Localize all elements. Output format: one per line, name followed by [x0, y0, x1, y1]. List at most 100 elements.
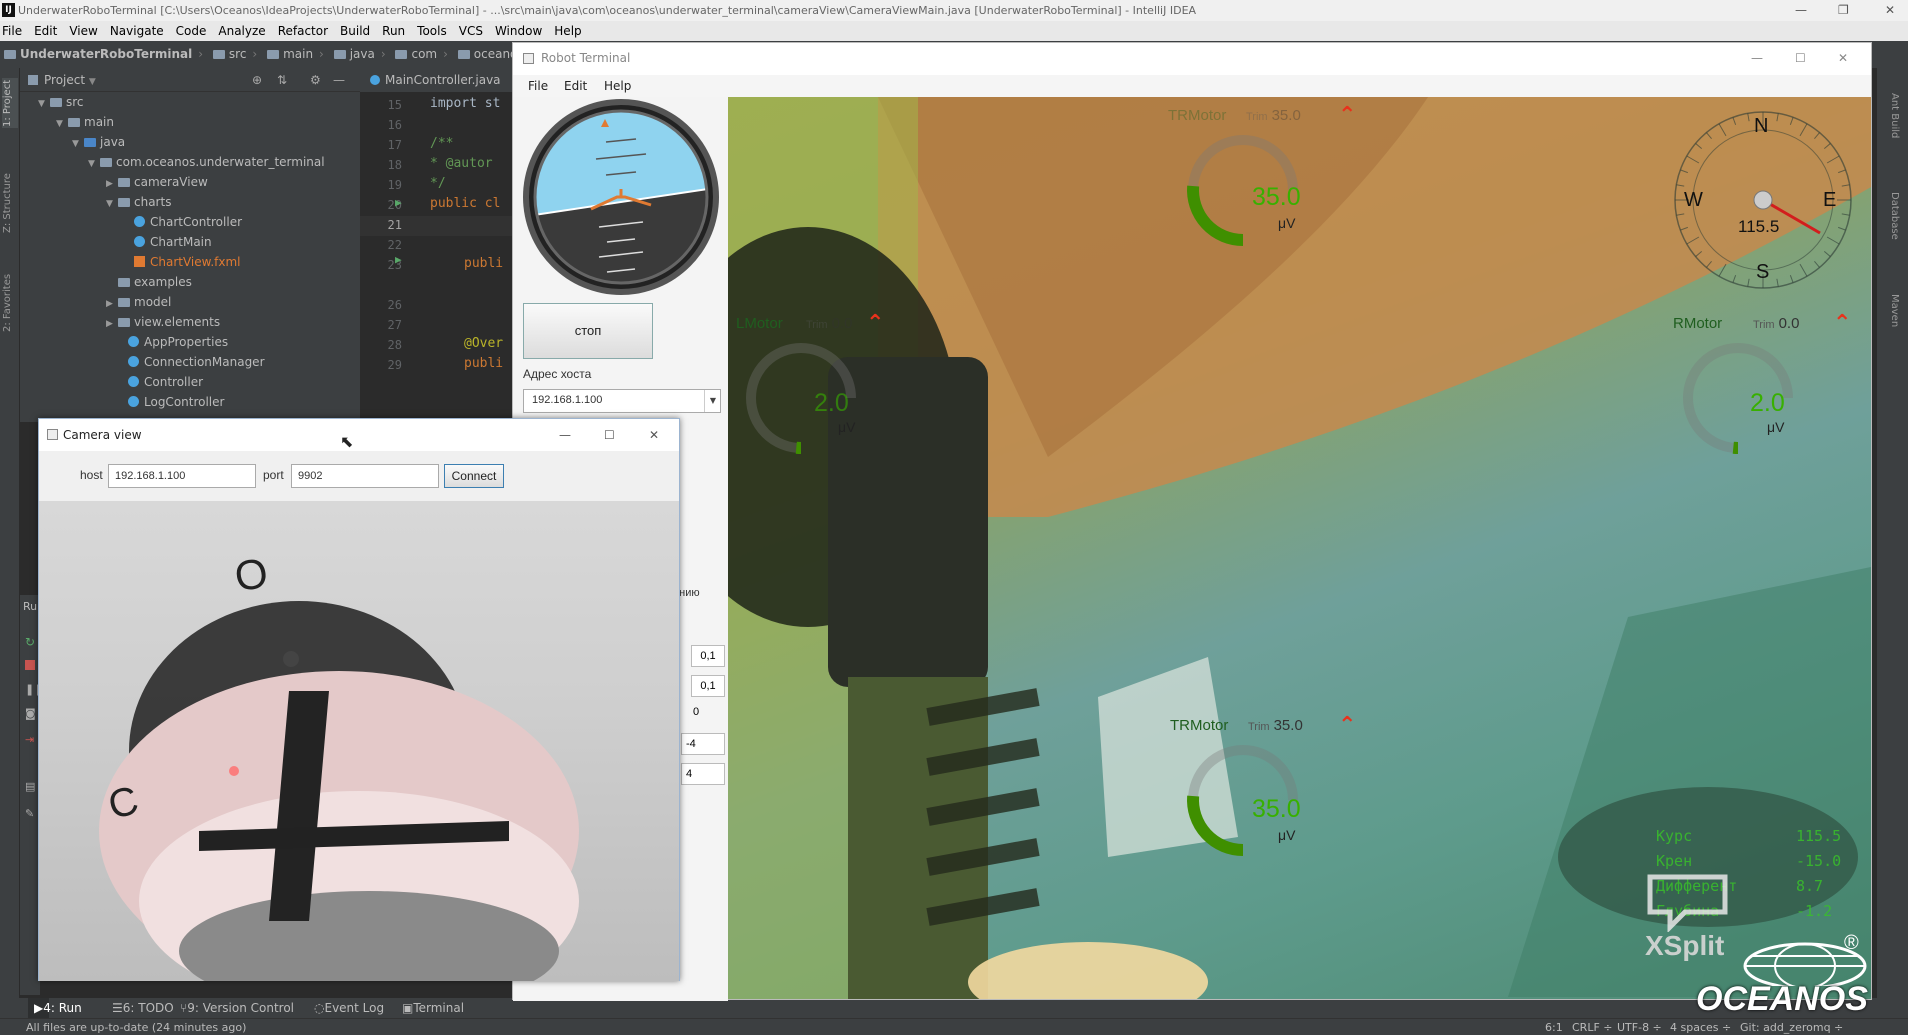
code-line: /**: [430, 136, 454, 151]
run-gutter-icon[interactable]: ▶: [395, 196, 402, 209]
hide-panel-icon[interactable]: —: [333, 68, 345, 92]
param-field[interactable]: -4: [681, 733, 725, 755]
tab-terminal[interactable]: ▣ Terminal: [402, 998, 464, 1018]
minimize-icon[interactable]: —: [559, 419, 571, 451]
param-field[interactable]: 0,1: [691, 645, 725, 667]
restore-icon[interactable]: ❐: [1838, 0, 1849, 21]
project-view-selector[interactable]: Project: [44, 73, 85, 87]
menu-edit[interactable]: Edit: [34, 24, 57, 38]
status-line-separator[interactable]: CRLF ÷: [1572, 1019, 1613, 1035]
param-field[interactable]: 4: [681, 763, 725, 785]
tree-item-chartview-fxml[interactable]: ChartView.fxml: [134, 252, 241, 272]
menu-analyze[interactable]: Analyze: [218, 24, 265, 38]
menu-code[interactable]: Code: [176, 24, 207, 38]
tool-project[interactable]: 1: Project: [2, 78, 18, 128]
tree-item-chartcontroller[interactable]: ChartController: [134, 212, 242, 232]
pin-icon[interactable]: ✎: [25, 807, 34, 820]
tree-item-logcontroller[interactable]: LogController: [128, 392, 224, 412]
robot-camera-feed: N S E W 115.5 TRMotor Trim 35.0 ⌃ 35.0 μV…: [728, 97, 1871, 999]
param-field[interactable]: 0,1: [691, 675, 725, 697]
chevron-up-icon[interactable]: ⌃: [1833, 311, 1851, 336]
menu-navigate[interactable]: Navigate: [110, 24, 164, 38]
breadcrumb-com[interactable]: com: [395, 41, 437, 68]
port-input[interactable]: [291, 464, 439, 488]
project-icon: [28, 75, 38, 85]
menu-file[interactable]: File: [2, 24, 22, 38]
breadcrumb-java[interactable]: java: [333, 41, 375, 68]
tree-item-appproperties[interactable]: AppProperties: [128, 332, 228, 352]
collapse-icon[interactable]: ⇅: [277, 68, 287, 92]
breadcrumb-main[interactable]: main: [267, 41, 313, 68]
compass-tick: [1680, 169, 1688, 174]
tab-version-control[interactable]: ⑂ 9: Version Control: [180, 998, 294, 1018]
tree-item-connectionmanager[interactable]: ConnectionManager: [128, 352, 265, 372]
close-icon[interactable]: ✕: [1885, 0, 1895, 21]
tree-item-package[interactable]: ▼ com.oceanos.underwater_terminal: [88, 152, 325, 172]
tool-database[interactable]: Database: [1886, 181, 1900, 251]
tree-item-charts[interactable]: ▼ charts: [106, 192, 171, 212]
menu-edit[interactable]: Edit: [564, 75, 587, 97]
minimize-icon[interactable]: —: [1751, 43, 1763, 73]
breadcrumb-project[interactable]: UnderwaterRoboTerminal: [4, 41, 192, 68]
tree-item-java[interactable]: ▼ java: [72, 132, 125, 152]
tree-item-main[interactable]: ▼ main: [56, 112, 114, 132]
editor-tab[interactable]: MainController.java: [360, 68, 520, 92]
crosshair-icon[interactable]: ⊕: [252, 68, 262, 92]
menu-help[interactable]: Help: [604, 75, 631, 97]
tab-todo[interactable]: ☰ 6: TODO: [112, 998, 174, 1018]
stop-button[interactable]: стоп: [523, 303, 653, 359]
menu-build[interactable]: Build: [340, 24, 370, 38]
tree-item-examples[interactable]: examples: [106, 272, 192, 292]
minimize-icon[interactable]: —: [1795, 0, 1807, 21]
chevron-up-icon[interactable]: ⌃: [1338, 103, 1356, 128]
gear-icon[interactable]: ⚙: [310, 68, 321, 92]
status-caret-position[interactable]: 6:1: [1545, 1019, 1563, 1035]
chevron-up-icon[interactable]: ⌃: [1338, 713, 1356, 738]
breadcrumb-src[interactable]: src: [212, 41, 246, 68]
class-icon: [370, 75, 380, 85]
tree-item-src[interactable]: ▼ src: [38, 92, 84, 112]
chevron-up-icon[interactable]: ⌃: [866, 311, 884, 336]
menu-vcs[interactable]: VCS: [459, 24, 483, 38]
exit-icon[interactable]: ⇥: [25, 733, 34, 746]
bottom-tool-bar: ▶ 4: Run ☰ 6: TODO ⑂ 9: Version Control …: [0, 998, 1908, 1018]
menu-help[interactable]: Help: [554, 24, 581, 38]
close-icon[interactable]: ✕: [649, 419, 659, 451]
compass-tick: [1814, 260, 1820, 268]
tool-maven[interactable]: Maven: [1886, 281, 1900, 341]
tree-item-model[interactable]: ▶ model: [106, 292, 171, 312]
connect-button[interactable]: Connect: [444, 464, 504, 488]
code-editor[interactable]: 15 import st 16 17 /** 18 * @autor 19 */ 2…: [360, 68, 520, 423]
rerun-icon[interactable]: ↻: [25, 635, 35, 649]
camera-icon[interactable]: ◙: [25, 707, 36, 720]
maximize-icon[interactable]: ☐: [1795, 43, 1806, 73]
tree-item-controller[interactable]: Controller: [128, 372, 203, 392]
close-icon[interactable]: ✕: [1838, 43, 1848, 73]
motor-trim: Trim 35.0: [1246, 107, 1301, 124]
tool-structure[interactable]: Z: Structure: [2, 168, 18, 238]
run-label: Ru: [23, 600, 38, 613]
menu-tools[interactable]: Tools: [417, 24, 447, 38]
tool-ant-build[interactable]: Ant Build: [1886, 81, 1900, 151]
tool-favorites[interactable]: 2: Favorites: [2, 268, 18, 338]
layout-icon[interactable]: ▤: [25, 780, 35, 793]
maximize-icon[interactable]: ☐: [604, 419, 615, 451]
host-input[interactable]: [108, 464, 256, 488]
menu-refactor[interactable]: Refactor: [278, 24, 328, 38]
menu-view[interactable]: View: [69, 24, 97, 38]
tab-event-log[interactable]: ◌ Event Log: [314, 998, 384, 1018]
tree-item-view-elements[interactable]: ▶ view.elements: [106, 312, 220, 332]
stop-icon[interactable]: [25, 660, 35, 670]
tree-item-cameraview[interactable]: ▶ cameraView: [106, 172, 208, 192]
host-address-combo[interactable]: 192.168.1.100 ▼: [523, 389, 721, 413]
menu-file[interactable]: File: [528, 75, 548, 97]
chevron-down-icon[interactable]: ▼: [89, 77, 96, 87]
tab-run[interactable]: ▶ 4: Run: [28, 998, 82, 1018]
run-gutter-icon[interactable]: ▶: [395, 253, 402, 266]
chevron-down-icon[interactable]: ▼: [704, 390, 721, 412]
tree-item-chartmain[interactable]: ChartMain: [134, 232, 212, 252]
menu-window[interactable]: Window: [495, 24, 542, 38]
motor-name: TRMotor: [1170, 717, 1229, 734]
menu-run[interactable]: Run: [382, 24, 405, 38]
motor-unit: μV: [838, 419, 856, 435]
